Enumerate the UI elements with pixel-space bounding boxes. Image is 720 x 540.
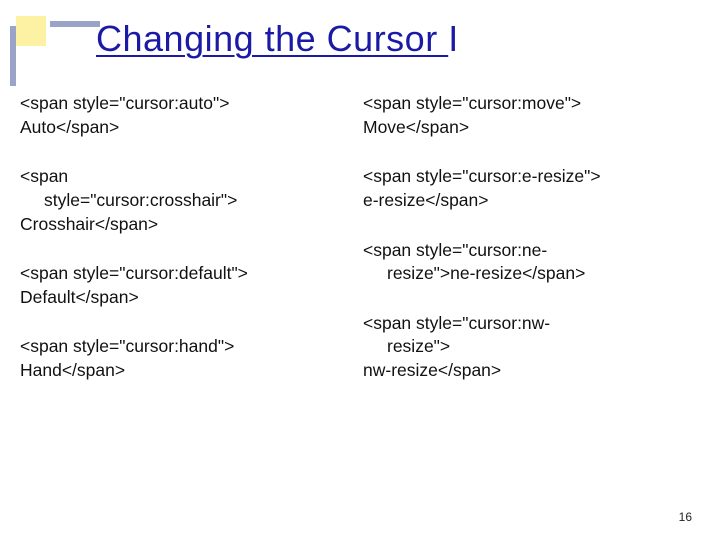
- left-column: <span style="cursor:auto"> Auto</span> <…: [20, 92, 345, 409]
- title-suffix: I: [448, 18, 459, 59]
- code-snippet-crosshair: <span style="cursor:crosshair"> Crosshai…: [20, 165, 345, 236]
- code-snippet-nw-resize: <span style="cursor:nw- resize"> nw-resi…: [363, 312, 688, 383]
- code-line: <span style="cursor:default">: [20, 262, 345, 286]
- code-line: <span style="cursor:move">: [363, 92, 688, 116]
- yellow-square: [16, 16, 46, 46]
- code-line: Auto</span>: [20, 116, 345, 140]
- code-line: Hand</span>: [20, 359, 345, 383]
- page-title: Changing the Cursor I: [96, 18, 459, 60]
- code-snippet-hand: <span style="cursor:hand"> Hand</span>: [20, 335, 345, 382]
- code-snippet-move: <span style="cursor:move"> Move</span>: [363, 92, 688, 139]
- code-line: style="cursor:crosshair">: [20, 189, 345, 213]
- title-underlined: Changing the Cursor: [96, 18, 448, 59]
- code-line: Move</span>: [363, 116, 688, 140]
- code-snippet-e-resize: <span style="cursor:e-resize"> e-resize<…: [363, 165, 688, 212]
- code-line: Crosshair</span>: [20, 213, 345, 237]
- code-snippet-auto: <span style="cursor:auto"> Auto</span>: [20, 92, 345, 139]
- slide: Changing the Cursor I <span style="curso…: [0, 0, 720, 540]
- code-line: <span style="cursor:auto">: [20, 92, 345, 116]
- code-line: <span style="cursor:hand">: [20, 335, 345, 359]
- page-number: 16: [679, 510, 692, 524]
- code-line: <span style="cursor:ne-: [363, 239, 688, 263]
- code-line: e-resize</span>: [363, 189, 688, 213]
- code-line: nw-resize</span>: [363, 359, 688, 383]
- gray-bar-top: [50, 21, 100, 27]
- code-line: Default</span>: [20, 286, 345, 310]
- code-line: <span: [20, 165, 345, 189]
- code-snippet-default: <span style="cursor:default"> Default</s…: [20, 262, 345, 309]
- code-line: <span style="cursor:e-resize">: [363, 165, 688, 189]
- gray-bar-left: [10, 26, 16, 86]
- code-line: resize">ne-resize</span>: [363, 262, 688, 286]
- code-line: resize">: [363, 335, 688, 359]
- right-column: <span style="cursor:move"> Move</span> <…: [363, 92, 688, 409]
- code-line: <span style="cursor:nw-: [363, 312, 688, 336]
- code-snippet-ne-resize: <span style="cursor:ne- resize">ne-resiz…: [363, 239, 688, 286]
- content-columns: <span style="cursor:auto"> Auto</span> <…: [20, 92, 688, 409]
